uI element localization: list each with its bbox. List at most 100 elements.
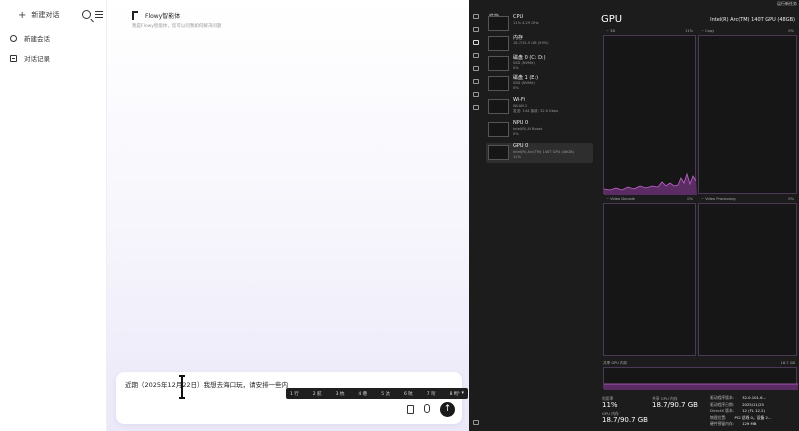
task-manager-titlebar: 运行新任务 (469, 0, 799, 10)
resource-thumbnail (488, 145, 509, 160)
resource-sub2: 11% (513, 155, 521, 159)
ime-candidate[interactable]: 7 珩 (427, 391, 436, 397)
hamburger-icon[interactable] (473, 14, 479, 19)
resource-item[interactable]: CPU 11% 4.29 GHz (486, 14, 593, 34)
utilization-value: 11% (602, 401, 618, 409)
settings-icon[interactable] (473, 420, 479, 425)
gpu-detail-value: 129 MB (742, 421, 757, 426)
resource-name: 内存 (513, 35, 524, 41)
resource-item[interactable]: 磁盘 1 (E:) SSD (NVMe) 0% (486, 74, 593, 94)
sidebar-item-new-session[interactable]: 新建会话 (10, 31, 50, 45)
ime-candidate[interactable]: 2 航 (313, 391, 322, 397)
gpu-detail-value: PCI 总线 0，设备 2... (734, 414, 772, 420)
gpu-title: GPU (601, 14, 623, 25)
gpu-detail-label: 物理位置: (710, 414, 727, 420)
startup-apps-icon[interactable] (473, 66, 479, 71)
graph-3d-plot (604, 172, 697, 195)
ime-candidate[interactable]: 4 巷 (358, 391, 367, 397)
gpu-detail-row: 驱动程序版本: 32.0.101.6... (710, 395, 766, 401)
page-subtitle: 我是Flowy智能体，您可以问我如何解决问题 (132, 24, 222, 29)
details-icon[interactable] (473, 92, 479, 97)
resource-item[interactable]: NPU 0 Intel(R) AI Boost 0% (486, 120, 593, 140)
ime-candidate-bar[interactable]: 1 行 2 航 3 杭 4 巷 5 沆 6 吭 7 珩 8 绗 ‹ › ▾ (286, 388, 468, 399)
resource-item[interactable]: GPU 0 Intel(R) Arc(TM) 140T GPU (48GB) 11% (486, 143, 593, 163)
gpu-detail-label: 驱动程序版本: (710, 395, 735, 400)
text-cursor-icon (179, 375, 185, 399)
sidebar: + 新建对话 新建会话 对话记录 (0, 0, 107, 431)
resource-sub: 11% 4.29 GHz (513, 21, 539, 25)
resource-thumbnail (488, 56, 509, 71)
graph-video-processing: ~ Video Processing 0% (698, 197, 797, 356)
attach-file-icon[interactable] (407, 405, 414, 414)
sidebar-item-label: 新建会话 (24, 35, 50, 43)
run-new-task-button[interactable]: 运行新任务 (777, 1, 797, 7)
services-icon[interactable] (473, 105, 479, 110)
ime-page-arrows-icon[interactable]: ‹ › ▾ (454, 390, 464, 396)
resource-name: 磁盘 0 (C: D:) (513, 55, 546, 61)
resource-name: CPU (513, 14, 524, 20)
graph-label: ~ Copy (701, 29, 715, 33)
gpu-detail-value: 32.0.101.6... (742, 395, 767, 400)
nav-rail (469, 10, 483, 431)
gpu-detail-row: DirectX 版本: 12 (FL 12.2) (710, 408, 765, 414)
resource-sub: Intel(R) Arc(TM) 140T GPU (48GB) (513, 150, 575, 154)
microphone-icon[interactable] (424, 404, 430, 413)
resource-sub: SSD (NVMe) (513, 81, 535, 85)
resource-sub: SSD (NVMe) (513, 61, 535, 65)
chat-input-text[interactable]: 近期（2025年12月22日）我想去海口玩，请安排一些内 (125, 379, 288, 389)
chat-icon (10, 34, 17, 42)
sidebar-item-history[interactable]: 对话记录 (10, 51, 50, 65)
resource-sub: 18.7/31.5 GB (59%) (513, 41, 549, 45)
graph-shared-memory (603, 367, 798, 390)
resource-name: NPU 0 (513, 120, 529, 126)
resource-name: 磁盘 1 (E:) (513, 75, 539, 81)
gpu-detail-value: 12 (FL 12.2) (742, 408, 766, 413)
resource-thumbnail (488, 99, 509, 114)
ime-candidate[interactable]: 5 沆 (381, 391, 390, 397)
shared-memory-value: 18.7 GB (780, 361, 795, 365)
resource-sub2: 0% (513, 132, 519, 136)
graph-value: 0% (687, 197, 693, 201)
ime-candidate[interactable]: 6 吭 (404, 391, 413, 397)
gpu-detail-label: DirectX 版本: (710, 408, 735, 413)
history-icon (10, 54, 17, 62)
flowy-logo-icon (132, 11, 139, 20)
new-chat-button[interactable]: + 新建对话 (18, 9, 60, 21)
page-title: Flowy智能体 (145, 13, 181, 20)
search-icon[interactable] (82, 10, 91, 19)
gpu-detail-row: 物理位置: PCI 总线 0，设备 2... (710, 415, 772, 421)
gpu-detail-row: 驱动程序日期: 2025/11/25 (710, 402, 764, 408)
ime-candidate[interactable]: 3 杭 (336, 391, 345, 397)
resource-thumbnail (488, 76, 509, 91)
new-chat-label: 新建对话 (31, 11, 60, 19)
resource-sub: WLAN 2 (513, 104, 528, 108)
sidebar-item-label: 对话记录 (24, 55, 50, 63)
shared-memory-plot (604, 383, 798, 390)
resource-name: Wi-Fi (513, 97, 525, 103)
resource-name: GPU 0 (513, 143, 529, 149)
menu-icon[interactable] (95, 11, 103, 18)
graph-video-decode: ~ Video Decode 0% (603, 197, 696, 356)
gpu-model: Intel(R) Arc(TM) 140T GPU (48GB) (710, 17, 795, 23)
send-button[interactable]: ↑ (440, 402, 455, 417)
resource-thumbnail (488, 36, 509, 51)
ime-candidate[interactable]: 1 行 (290, 391, 299, 397)
processes-icon[interactable] (473, 27, 479, 32)
users-icon[interactable] (473, 79, 479, 84)
resource-thumbnail (488, 16, 509, 31)
plus-icon: + (18, 10, 27, 21)
gpu-detail-label: 驱动程序日期: (710, 401, 735, 407)
shared-gpu-memory-value: 18.7/90.7 GB (652, 401, 698, 409)
task-manager-window: 运行新任务 性能 CPU11% 4.29 GHz内存18.7/31.5 GB (… (469, 0, 799, 431)
graph-value: 0% (788, 29, 794, 33)
resource-item[interactable]: 内存 18.7/31.5 GB (59%) (486, 34, 593, 54)
performance-icon[interactable] (473, 40, 479, 45)
graph-copy: ~ Copy 0% (698, 29, 797, 194)
graph-value: 0% (788, 197, 794, 201)
sidebar-top: + 新建对话 (0, 0, 107, 30)
app-history-icon[interactable] (473, 53, 479, 58)
flowy-app-window: + 新建对话 新建会话 对话记录 Flowy智能体 我是Flowy智能体，您可以问… (0, 0, 469, 431)
resource-item[interactable]: Wi-Fi WLAN 2 发送: 144 接收: 32.0 Kbps (486, 97, 593, 117)
resource-item[interactable]: 磁盘 0 (C: D:) SSD (NVMe) 0% (486, 54, 593, 74)
resource-sub: Intel(R) AI Boost (513, 127, 543, 131)
